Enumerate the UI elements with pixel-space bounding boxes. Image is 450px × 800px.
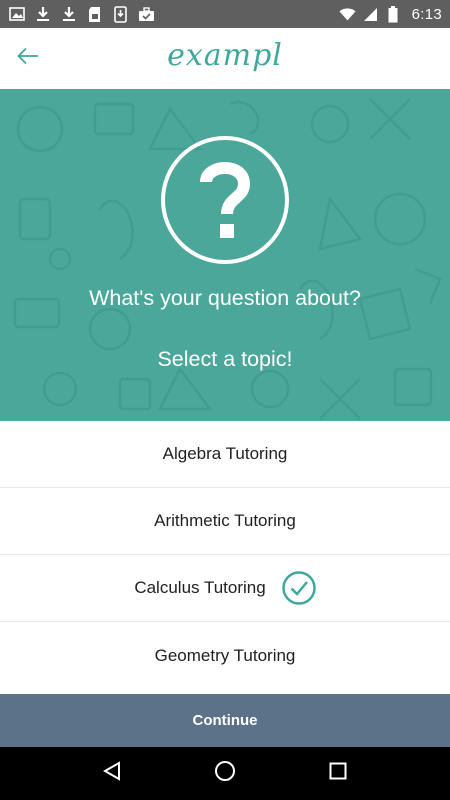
topic-label: Calculus Tutoring [134, 578, 266, 597]
phone-download-icon [112, 5, 129, 23]
download-icon [60, 6, 77, 23]
download-icon [34, 6, 51, 23]
home-circle-icon [214, 760, 236, 787]
notification-icons [8, 5, 155, 23]
recents-square-icon [329, 762, 347, 785]
app-logo: exampl [167, 38, 283, 73]
briefcase-check-icon [138, 6, 155, 23]
topic-label: Arithmetic Tutoring [154, 511, 296, 530]
topic-item-arithmetic[interactable]: Arithmetic Tutoring [0, 488, 450, 555]
topic-item-calculus[interactable]: Calculus Tutoring [0, 555, 450, 622]
signal-icon [362, 6, 379, 23]
battery-icon [385, 5, 402, 23]
nav-recents-button[interactable] [318, 754, 358, 794]
hero-subtitle: Select a topic! [157, 347, 293, 371]
hero-title: What's your question about? [89, 286, 361, 310]
back-button[interactable] [8, 37, 48, 79]
arrow-left-icon [17, 47, 39, 70]
screen: 6:13 exampl What's your question about? … [0, 0, 450, 800]
back-triangle-icon [102, 761, 122, 786]
image-icon [8, 6, 25, 23]
nav-bar [0, 747, 450, 800]
system-icons: 6:13 [339, 5, 442, 23]
continue-button[interactable]: Continue [0, 694, 450, 747]
topic-item-geometry[interactable]: Geometry Tutoring [0, 622, 450, 689]
nav-back-button[interactable] [92, 754, 132, 794]
topic-item-algebra[interactable]: Algebra Tutoring [0, 421, 450, 488]
topic-label: Algebra Tutoring [162, 444, 288, 463]
topic-label: Geometry Tutoring [154, 645, 296, 665]
topic-list: Algebra Tutoring Arithmetic Tutoring Cal… [0, 421, 450, 689]
status-bar: 6:13 [0, 0, 450, 28]
wifi-icon [339, 6, 356, 23]
app-bar: exampl [0, 28, 450, 89]
nav-home-button[interactable] [205, 754, 245, 794]
sim-card-icon [86, 6, 103, 23]
status-time: 6:13 [411, 5, 442, 23]
question-circle-icon [161, 136, 289, 264]
hero-banner: What's your question about? Select a top… [0, 89, 450, 421]
check-circle-icon [281, 571, 316, 605]
